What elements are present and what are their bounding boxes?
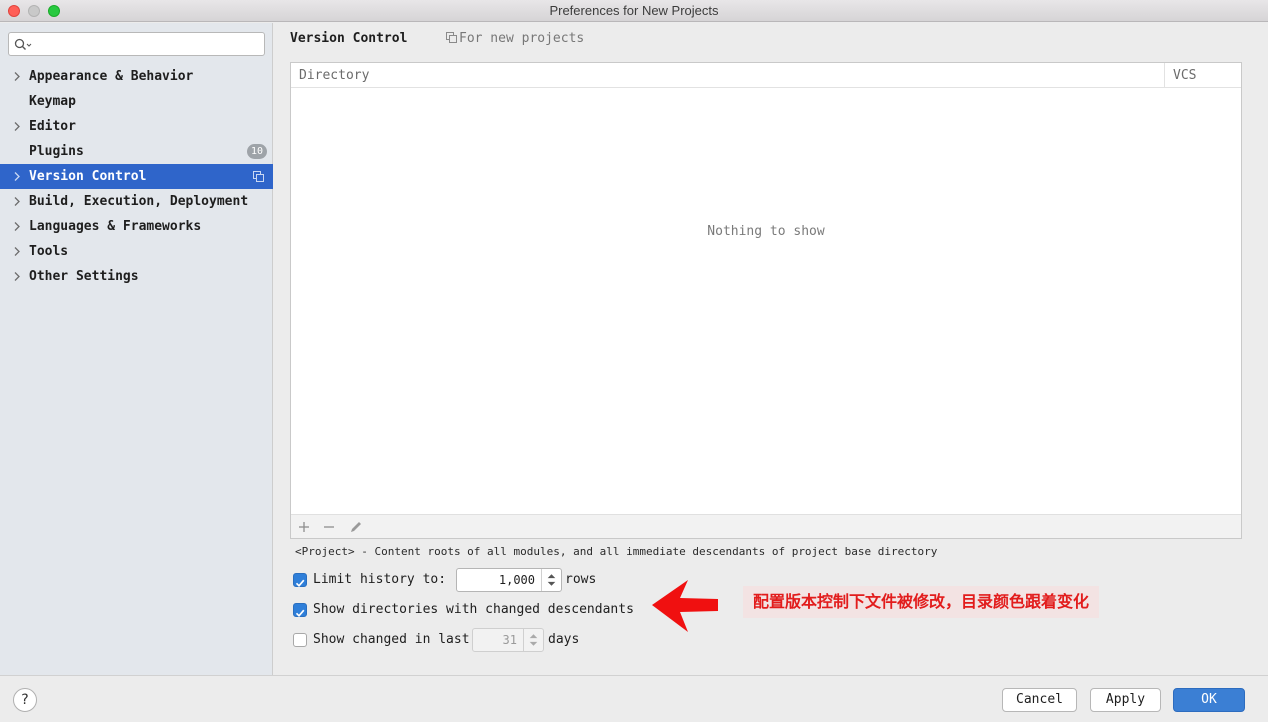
sidebar-item-label: Appearance & Behavior	[29, 69, 194, 84]
chevron-right-icon	[14, 122, 20, 131]
show-changed-days-input[interactable]: 31	[472, 628, 544, 652]
help-button[interactable]: ?	[13, 688, 37, 712]
limit-history-value: 1,000	[498, 573, 535, 587]
sidebar-item-languages-frameworks[interactable]: Languages & Frameworks	[0, 214, 273, 239]
sidebar-item-version-control[interactable]: Version Control	[0, 164, 273, 189]
stepper-arrows-icon[interactable]	[541, 569, 561, 591]
limit-history-checkbox[interactable]	[293, 573, 307, 588]
settings-content-panel: Version Control For new projects Directo…	[274, 23, 1268, 675]
sidebar-item-label: Build, Execution, Deployment	[29, 194, 249, 209]
sidebar-item-label: Tools	[29, 244, 69, 259]
checkmark-icon	[295, 579, 305, 588]
chevron-right-icon	[14, 197, 20, 206]
show-directories-checkbox[interactable]	[293, 603, 307, 618]
window-title: Preferences for New Projects	[549, 3, 719, 18]
annotation-callout: 配置版本控制下文件被修改，目录颜色跟着变化	[743, 586, 1100, 618]
limit-history-input[interactable]: 1,000	[456, 568, 562, 592]
table-empty-text: Nothing to show	[707, 224, 825, 239]
stepper-arrows-icon[interactable]	[523, 629, 543, 651]
column-header-directory[interactable]: Directory	[291, 63, 1165, 88]
chevron-right-icon	[14, 272, 20, 281]
scope-note: For new projects	[446, 31, 584, 46]
table-hint: <Project> - Content roots of all modules…	[295, 545, 938, 558]
plus-icon[interactable]	[296, 519, 312, 535]
sidebar-item-label: Version Control	[29, 169, 147, 184]
sidebar-item-label: Plugins	[29, 144, 84, 159]
show-changed-suffix: days	[548, 632, 580, 647]
chevron-right-icon	[14, 72, 20, 81]
settings-search-box[interactable]	[8, 32, 265, 56]
page-title: Version Control	[290, 31, 408, 46]
limit-history-suffix: rows	[565, 572, 597, 587]
column-header-vcs[interactable]: VCS	[1165, 63, 1241, 88]
apply-button[interactable]: Apply	[1090, 688, 1161, 712]
chevron-right-icon	[14, 247, 20, 256]
sidebar-item-other-settings[interactable]: Other Settings	[0, 264, 273, 289]
sidebar-item-label: Keymap	[29, 94, 76, 109]
table-toolbar	[291, 514, 1241, 538]
minus-icon[interactable]	[321, 519, 337, 535]
chevron-right-icon	[14, 222, 20, 231]
show-changed-days-value: 31	[502, 633, 517, 647]
show-changed-label: Show changed in last	[313, 632, 470, 647]
sidebar-item-label: Editor	[29, 119, 76, 134]
pencil-icon[interactable]	[348, 519, 364, 535]
ok-button[interactable]: OK	[1173, 688, 1245, 712]
sidebar-item-keymap[interactable]: Keymap	[0, 89, 273, 114]
settings-sidebar: Appearance & Behavior Keymap Editor Plug…	[0, 23, 273, 675]
annotation-arrow-icon	[652, 580, 718, 632]
limit-history-label: Limit history to:	[313, 572, 447, 587]
plugins-update-badge: 10	[246, 144, 267, 159]
sidebar-item-tools[interactable]: Tools	[0, 239, 273, 264]
sidebar-item-appearance-behavior[interactable]: Appearance & Behavior	[0, 64, 273, 89]
sidebar-item-label: Other Settings	[29, 269, 139, 284]
project-scope-icon	[253, 171, 264, 182]
show-changed-checkbox[interactable]	[293, 633, 307, 647]
vcs-mappings-table[interactable]: Directory VCS Nothing to show	[290, 62, 1242, 539]
dialog-footer: ? Cancel Apply OK	[0, 675, 1268, 722]
show-directories-label: Show directories with changed descendant…	[313, 602, 634, 617]
sidebar-item-build-execution-deployment[interactable]: Build, Execution, Deployment	[0, 189, 273, 214]
cancel-button[interactable]: Cancel	[1002, 688, 1077, 712]
scope-note-text: For new projects	[459, 31, 585, 46]
chevron-right-icon	[14, 172, 20, 181]
title-bar: Preferences for New Projects	[0, 0, 1268, 22]
search-icon	[14, 38, 32, 50]
sidebar-item-editor[interactable]: Editor	[0, 114, 273, 139]
sidebar-item-plugins[interactable]: Plugins 10	[0, 139, 273, 164]
settings-search-input[interactable]	[35, 35, 260, 53]
checkmark-icon	[295, 609, 305, 618]
project-scope-icon	[446, 32, 457, 43]
sidebar-item-label: Languages & Frameworks	[29, 219, 202, 234]
